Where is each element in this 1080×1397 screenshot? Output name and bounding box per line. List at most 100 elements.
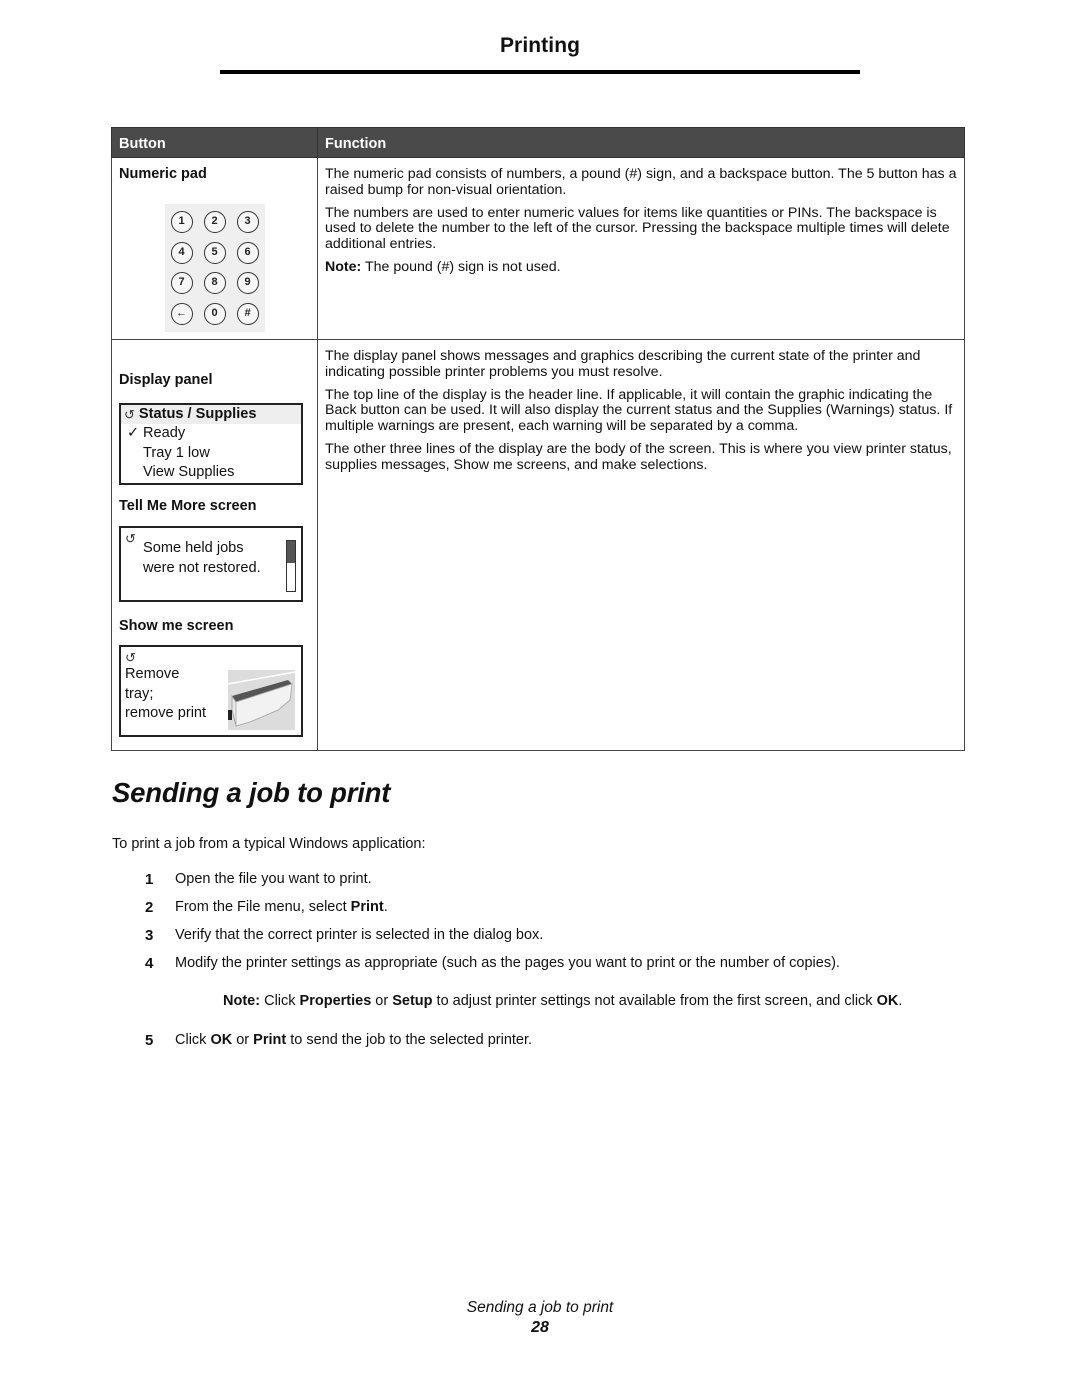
step-text: to adjust printer settings not available… xyxy=(432,993,877,1009)
display-line: View Supplies xyxy=(143,464,235,481)
intro-text: To print a job from a typical Windows ap… xyxy=(112,836,426,852)
numeric-pad-label: Numeric pad xyxy=(119,166,207,182)
step-note: Note: Click Properties or Setup to adjus… xyxy=(145,993,975,1032)
table-header-row: Button Function xyxy=(111,127,965,158)
checkmark-icon: ✓ xyxy=(127,425,140,442)
back-icon: ↺ xyxy=(125,530,136,546)
step-number: 4 xyxy=(145,955,154,972)
key-3[interactable]: 3 xyxy=(236,211,259,234)
step-text: or xyxy=(232,1032,254,1048)
show-me-label: Show me screen xyxy=(119,617,234,634)
display-panel-mock: ↺ Status / Supplies ✓ Ready Tray 1 low V… xyxy=(119,402,303,485)
button-cell: Display panel ↺ Status / Supplies ✓ Read… xyxy=(111,339,318,751)
function-paragraph: The numeric pad consists of numbers, a p… xyxy=(325,166,957,198)
numeric-keypad-illustration: 1 2 3 4 5 6 7 8 9 ← 0 # xyxy=(165,203,265,332)
function-paragraph: The display panel shows messages and gra… xyxy=(325,348,921,380)
show-me-message: Remove tray; remove print xyxy=(125,665,225,724)
step-text: Open the file you want to print. xyxy=(175,871,372,887)
key-1[interactable]: 1 xyxy=(170,211,193,234)
note-paragraph: Note: The pound (#) sign is not used. xyxy=(325,258,957,276)
column-header-function: Function xyxy=(317,127,965,158)
paper-tray-image xyxy=(228,670,295,731)
running-header-title: Printing xyxy=(499,34,581,57)
step-body: Modify the printer settings as appropria… xyxy=(175,955,840,971)
button-cell: Numeric pad 1 2 3 4 5 6 7 8 9 ← 0 # xyxy=(111,157,318,340)
display-line: Tray 1 low xyxy=(143,444,210,461)
function-cell: The numeric pad consists of numbers, a p… xyxy=(317,157,965,340)
step-body: From the File menu, select Print. xyxy=(175,899,388,915)
tell-me-more-label: Tell Me More screen xyxy=(119,497,257,514)
pound-key[interactable]: # xyxy=(236,302,259,325)
emphasis-text: Note: xyxy=(223,993,261,1009)
step-text: to send the job to the selected printer. xyxy=(286,1032,533,1048)
key-8[interactable]: 8 xyxy=(203,272,226,295)
show-me-screen-mock: ↺ Remove tray; remove print xyxy=(119,645,303,738)
step-item: 5 Click OK or Print to send the job to th… xyxy=(145,1032,975,1060)
table-row-display-panel: Display panel ↺ Status / Supplies ✓ Read… xyxy=(111,339,965,751)
step-text: From the File menu, select xyxy=(175,899,351,915)
scrollbar xyxy=(286,539,296,592)
function-paragraph: The other three lines of the display are… xyxy=(325,440,952,473)
step-item: 1 Open the file you want to print. xyxy=(145,871,975,899)
step-item: 2 From the File menu, select Print. xyxy=(145,899,975,927)
steps-list: 1 Open the file you want to print. 2 From t… xyxy=(145,871,975,1060)
note-label: Note: xyxy=(325,258,362,275)
message-line: were not restored. xyxy=(143,559,261,576)
column-header-button: Button xyxy=(111,127,318,158)
function-paragraph: The top line of the display is the heade… xyxy=(325,386,953,435)
function-paragraph: The numbers are used to enter numeric va… xyxy=(325,204,950,253)
step-text: Click xyxy=(175,1032,211,1048)
key-7[interactable]: 7 xyxy=(170,272,193,295)
step-item: 4 Modify the printer settings as appropri… xyxy=(145,955,975,983)
message-line: tray; xyxy=(125,685,154,702)
note-text: The pound (#) sign is not used. xyxy=(361,258,561,275)
section-title: Sending a job to print xyxy=(112,777,391,808)
step-number: 2 xyxy=(145,899,154,916)
footer-section-title: Sending a job to print xyxy=(466,1299,614,1316)
function-cell: The display panel shows messages and gra… xyxy=(317,339,965,751)
display-header-text: Status / Supplies xyxy=(138,405,257,422)
page-number: 28 xyxy=(531,1319,549,1336)
tell-me-more-message: Some held jobs were not restored. xyxy=(143,538,283,578)
paper-tray-icon xyxy=(228,670,295,731)
emphasis-text: OK xyxy=(210,1032,233,1048)
step-body: Verify that the correct printer is selec… xyxy=(175,927,543,943)
backspace-key[interactable]: ← xyxy=(170,302,193,325)
emphasis-text: Properties xyxy=(299,993,372,1009)
step-number: 3 xyxy=(145,927,154,944)
button-function-table: Button Function Numeric pad 1 2 3 4 5 6 7 8 9 ← 0 #… xyxy=(111,127,965,751)
step-body: Click OK or Print to send the job to the… xyxy=(175,1032,532,1048)
step-text: Modify the printer settings as appropria… xyxy=(175,955,840,971)
display-line-text: Ready xyxy=(143,425,186,442)
display-header-line: ↺ Status / Supplies xyxy=(121,404,301,425)
step-text: . xyxy=(383,899,388,915)
display-panel-label: Display panel xyxy=(119,372,213,388)
key-2[interactable]: 2 xyxy=(203,211,226,234)
emphasis-text: Print xyxy=(350,899,384,915)
step-text: . xyxy=(898,993,903,1009)
emphasis-text: OK xyxy=(876,993,899,1009)
tell-me-more-screen-mock: ↺ Some held jobs were not restored. xyxy=(119,525,303,602)
step-text: or xyxy=(371,993,393,1009)
step-body: Open the file you want to print. xyxy=(175,871,372,887)
key-0[interactable]: 0 xyxy=(203,302,226,325)
display-line-selected: ✓ Ready xyxy=(121,424,301,444)
step-text: Verify that the correct printer is selec… xyxy=(175,927,544,943)
key-9[interactable]: 9 xyxy=(236,272,259,295)
step-text: Click xyxy=(260,993,300,1009)
message-line: Some held jobs xyxy=(143,539,244,556)
step-number: 5 xyxy=(145,1032,154,1049)
step-item: 3 Verify that the correct printer is sele… xyxy=(145,927,975,955)
key-6[interactable]: 6 xyxy=(236,241,259,264)
message-line: Remove xyxy=(125,666,180,683)
header-rule xyxy=(220,70,860,74)
back-icon: ↺ xyxy=(124,406,135,422)
table-row-numeric-pad: Numeric pad 1 2 3 4 5 6 7 8 9 ← 0 # The numeric pad… xyxy=(111,157,965,340)
step-number: 1 xyxy=(145,871,154,888)
emphasis-text: Setup xyxy=(392,993,433,1009)
key-4[interactable]: 4 xyxy=(170,241,193,264)
key-5[interactable]: 5 xyxy=(203,241,226,264)
message-line: remove print xyxy=(125,705,207,722)
scrollbar-thumb xyxy=(287,540,295,564)
emphasis-text: Print xyxy=(253,1032,287,1048)
